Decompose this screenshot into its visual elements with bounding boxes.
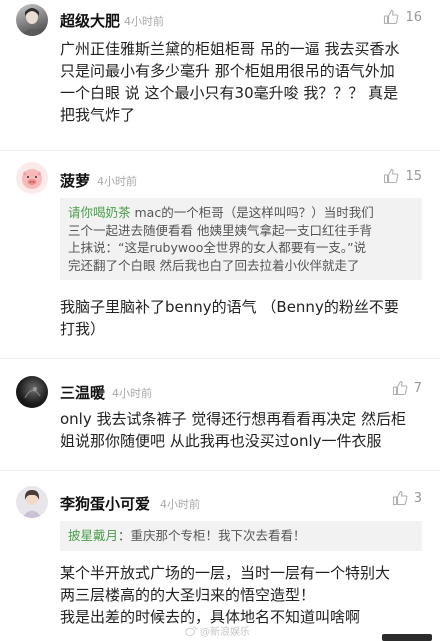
timestamp: 4小时前 xyxy=(160,498,200,511)
thumbs-up-icon xyxy=(392,490,408,506)
divider xyxy=(0,150,440,151)
like-count: 15 xyxy=(405,168,422,184)
quote-line: 披星戴月：重庆那个专柜！我下次去看看！ xyxy=(68,527,414,545)
quoted-username[interactable]: 请你喝奶茶 xyxy=(68,205,131,220)
timestamp: 4小时前 xyxy=(97,175,137,188)
watermark: @新浪娱乐 xyxy=(185,623,250,638)
text-line: 一个白眼 说 这个最小只有30毫升唆 我？？？ 真是 xyxy=(60,84,399,102)
quoted-username[interactable]: 披星戴月 xyxy=(68,528,118,543)
username[interactable]: 超级大肥 xyxy=(60,10,120,31)
comment-text: 广州正佳雅斯兰黛的柜姐柜哥 吊的一逼 我去买香水 只是问最小有多少毫升 那个柜姐… xyxy=(60,38,422,126)
quote-line: 完还翻了个白眼 然后我也白了回去拉着小伙伴就走了 xyxy=(68,257,360,273)
text-line: 姐说那你随便吧 从此我再也没买过only一件衣服 xyxy=(60,432,382,450)
like-count: 16 xyxy=(405,9,422,25)
comment-text: only 我去试条裤子 觉得还行想再看看再决定 然后柜 姐说那你随便吧 从此我再… xyxy=(60,408,422,452)
comment-text: 我脑子里脑补了benny的语气 （Benny的粉丝不要 打我） xyxy=(60,296,422,340)
like-count: 7 xyxy=(413,380,422,396)
avatar[interactable] xyxy=(16,376,48,408)
quote-text: ：重庆那个专柜！我下次去看看！ xyxy=(118,528,306,543)
like-button[interactable]: 15 xyxy=(383,168,422,184)
text-line: 把我气炸了 xyxy=(60,106,136,124)
thumbs-up-icon xyxy=(384,168,399,184)
like-button[interactable]: 16 xyxy=(383,9,422,25)
avatar[interactable] xyxy=(16,162,48,194)
quoted-reply[interactable]: 披星戴月：重庆那个专柜！我下次去看看！ xyxy=(60,521,422,551)
avatar[interactable] xyxy=(16,486,48,518)
text-line: 两三层楼高的的大圣归来的悟空造型！ xyxy=(60,586,316,604)
weibo-icon xyxy=(185,626,197,636)
divider xyxy=(0,470,440,471)
username[interactable]: 李狗蛋小可爱 xyxy=(60,493,150,514)
like-button[interactable]: 7 xyxy=(392,380,422,396)
thumbs-up-icon xyxy=(392,380,408,396)
text-line: 广州正佳雅斯兰黛的柜姐柜哥 吊的一逼 我去买香水 xyxy=(60,40,400,58)
text-line: 我脑子里脑补了benny的语气 （Benny的粉丝不要 xyxy=(60,298,399,316)
quote-line: 请你喝奶茶 mac的一个柜哥（是这样叫吗？）当时我们 xyxy=(68,204,414,222)
like-button[interactable]: 3 xyxy=(392,490,422,506)
divider xyxy=(0,358,440,359)
text-line: 打我） xyxy=(60,320,106,338)
timestamp: 4小时前 xyxy=(124,15,164,28)
avatar[interactable] xyxy=(16,4,48,36)
thumbs-up-icon xyxy=(384,9,399,25)
comment-text: 某个半开放式广场的一层，当时一层有一个特别大 两三层楼高的的大圣归来的悟空造型！… xyxy=(60,562,422,628)
quote-line: 上抹说：“这是rubywoo全世界的女人都要有一支。”说 xyxy=(68,240,367,255)
timestamp: 4小时前 xyxy=(112,387,152,400)
text-line: 只是问最小有多少毫升 那个柜姐用很吊的语气外加 xyxy=(60,62,395,80)
username[interactable]: 三温暖 xyxy=(60,382,105,403)
watermark-text: @新浪娱乐 xyxy=(200,627,250,638)
quoted-reply[interactable]: 请你喝奶茶 mac的一个柜哥（是这样叫吗？）当时我们 三个一起进去随便看看 他姨… xyxy=(60,198,422,280)
quote-text: mac的一个柜哥（是这样叫吗？）当时我们 xyxy=(130,205,374,220)
scroll-indicator xyxy=(382,634,432,641)
quote-line: 三个一起进去随便看看 他姨里姨气拿起一支口红往手背 xyxy=(68,222,372,238)
like-count: 3 xyxy=(413,490,422,506)
username[interactable]: 菠萝 xyxy=(60,170,90,191)
text-line: 某个半开放式广场的一层，当时一层有一个特别大 xyxy=(60,564,391,582)
text-line: only 我去试条裤子 觉得还行想再看看再决定 然后柜 xyxy=(60,410,407,428)
